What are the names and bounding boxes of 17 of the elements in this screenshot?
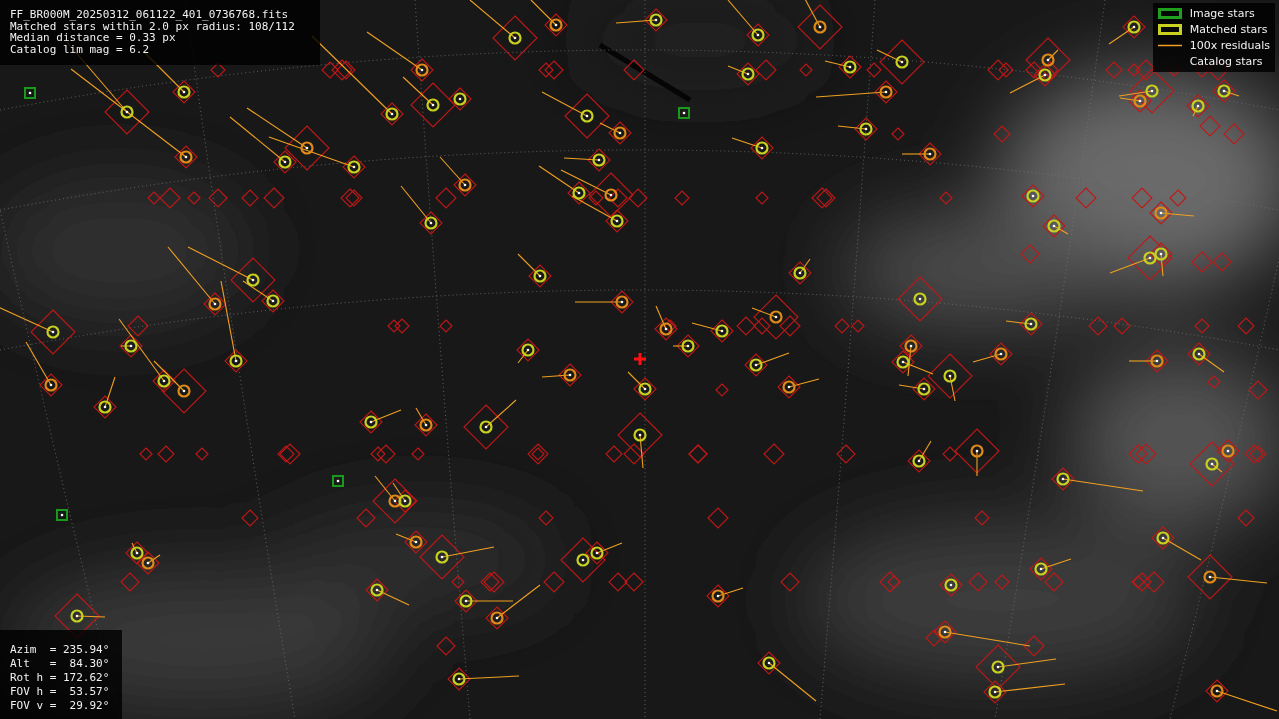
info-text: Matched stars within 2.0 px radius: 108/112 — [10, 20, 296, 32]
info-text: Catalog lim mag = 6.2 — [10, 43, 151, 55]
pointing-text: Rot h = 172.62° — [10, 671, 111, 685]
info-text: FF_BR000M_20250312_061122_401_0736768.fits — [10, 9, 290, 21]
pointing-text: Alt = 84.30° — [10, 657, 111, 671]
legend-label: Image stars — [1189, 7, 1255, 20]
info-text: Median distance = 0.33 px — [10, 32, 176, 44]
legend-label: 100x residuals — [1189, 39, 1270, 52]
pointing-text: FOV h = 53.57° — [10, 685, 111, 699]
legend-label: Catalog stars — [1189, 55, 1263, 68]
pointing-text: Azim = 235.94° — [10, 643, 111, 657]
center-cross-icon — [633, 352, 647, 366]
image-star-swatch-icon — [1157, 8, 1182, 19]
legend-label: Matched stars — [1189, 23, 1268, 36]
pointing-text: FOV v = 29.92° — [10, 699, 111, 713]
matched-star-swatch-icon — [1157, 24, 1182, 35]
line-icon — [1157, 44, 1182, 47]
